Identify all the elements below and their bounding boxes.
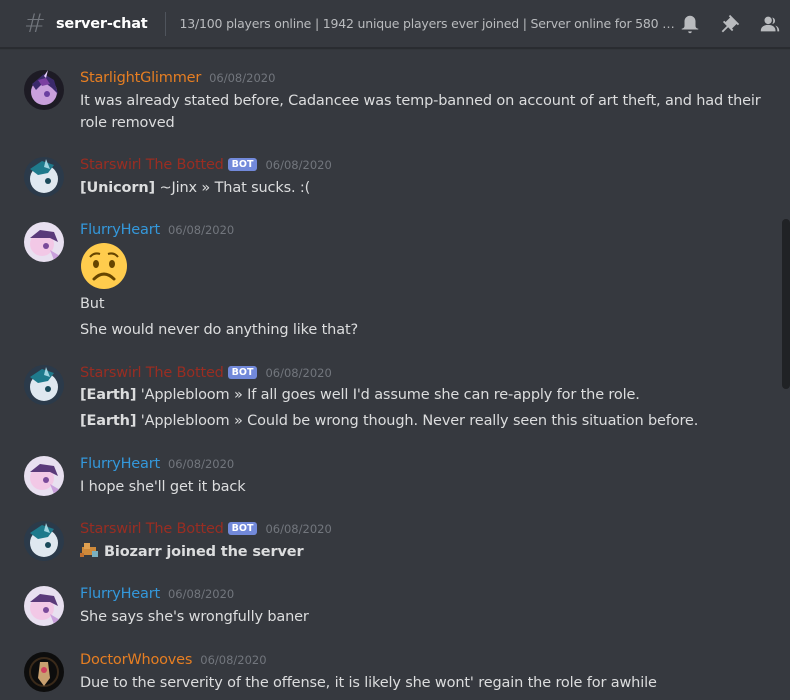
username[interactable]: FlurryHeart (80, 222, 160, 238)
message-body: 'Applebloom » Could be wrong though. Nev… (136, 413, 699, 429)
avatar[interactable] (24, 222, 64, 262)
bell-icon[interactable] (678, 12, 702, 36)
username[interactable]: Starswirl The Botted (80, 365, 224, 381)
message-text: But (80, 296, 105, 312)
message-body: Biozarr joined the server (104, 544, 304, 560)
timestamp: 06/08/2020 (167, 587, 235, 601)
message-tag: [Earth] (80, 387, 137, 403)
avatar[interactable] (24, 157, 64, 197)
message-header: Starswirl The Botted BOT 06/08/2020 (80, 365, 332, 381)
message-text: [Unicorn] ~Jinx » That sucks. :( (80, 177, 310, 199)
message-body: ~Jinx » That sucks. :( (155, 180, 311, 196)
avatar[interactable] (24, 365, 64, 405)
message-text: Biozarr joined the server (80, 541, 304, 563)
channel-topic[interactable]: 13/100 players online | 1942 unique play… (180, 16, 680, 31)
timestamp: 06/08/2020 (265, 366, 332, 380)
message-text: She would never do anything like that? (80, 322, 359, 338)
scrollbar-thumb[interactable] (782, 219, 790, 389)
username[interactable]: StarlightGlimmer (80, 70, 201, 86)
message-text: She says she's wrongfully baner (80, 609, 309, 625)
message-header: DoctorWhooves 06/08/2020 (80, 652, 267, 668)
message-text: [Earth] 'Applebloom » If all goes well I… (80, 384, 640, 406)
avatar[interactable] (24, 521, 64, 561)
scrollbar[interactable] (778, 49, 790, 700)
username[interactable]: Starswirl The Botted (80, 521, 224, 537)
worried-face-icon[interactable] (80, 242, 128, 290)
channel-name: server-chat (56, 15, 148, 32)
message-tag: [Unicorn] (80, 180, 156, 196)
timestamp: 06/08/2020 (167, 457, 235, 471)
hash-icon: # (24, 8, 46, 39)
username[interactable]: FlurryHeart (80, 586, 160, 602)
timestamp: 06/08/2020 (265, 522, 332, 536)
username[interactable]: Starswirl The Botted (80, 157, 224, 173)
members-icon[interactable] (758, 12, 782, 36)
avatar[interactable] (24, 652, 64, 692)
username[interactable]: FlurryHeart (80, 456, 160, 472)
pin-icon[interactable] (718, 12, 742, 36)
message-text: I hope she'll get it back (80, 479, 246, 495)
header-toolbar (678, 12, 782, 36)
message-header: FlurryHeart 06/08/2020 (80, 586, 234, 602)
avatar[interactable] (24, 70, 64, 110)
message-text: Due to the serverity of the offense, it … (80, 675, 657, 691)
message-text: [Earth] 'Applebloom » Could be wrong tho… (80, 410, 698, 432)
bot-badge: BOT (227, 522, 258, 535)
timestamp: 06/08/2020 (265, 158, 332, 172)
message-tag: [Earth] (80, 413, 137, 429)
avatar[interactable] (24, 586, 64, 626)
username[interactable]: DoctorWhooves (80, 652, 192, 668)
pony-emoji-icon (80, 541, 100, 559)
message-header: Starswirl The Botted BOT 06/08/2020 (80, 521, 332, 537)
message-header: FlurryHeart 06/08/2020 (80, 456, 234, 472)
message-text: It was already stated before, Cadancee w… (80, 93, 761, 109)
message-text: role removed (80, 115, 175, 131)
message-body: 'Applebloom » If all goes well I'd assum… (136, 387, 640, 403)
message-header: FlurryHeart 06/08/2020 (80, 222, 234, 238)
avatar[interactable] (24, 456, 64, 496)
timestamp: 06/08/2020 (167, 223, 235, 237)
header-divider (164, 11, 166, 36)
message-header: Starswirl The Botted BOT 06/08/2020 (80, 157, 332, 173)
bot-badge: BOT (227, 158, 258, 171)
bot-badge: BOT (227, 366, 258, 379)
channel-header: # server-chat 13/100 players online | 19… (0, 0, 790, 48)
timestamp: 06/08/2020 (209, 71, 276, 85)
message-header: StarlightGlimmer 06/08/2020 (80, 70, 275, 86)
timestamp: 06/08/2020 (200, 653, 267, 667)
